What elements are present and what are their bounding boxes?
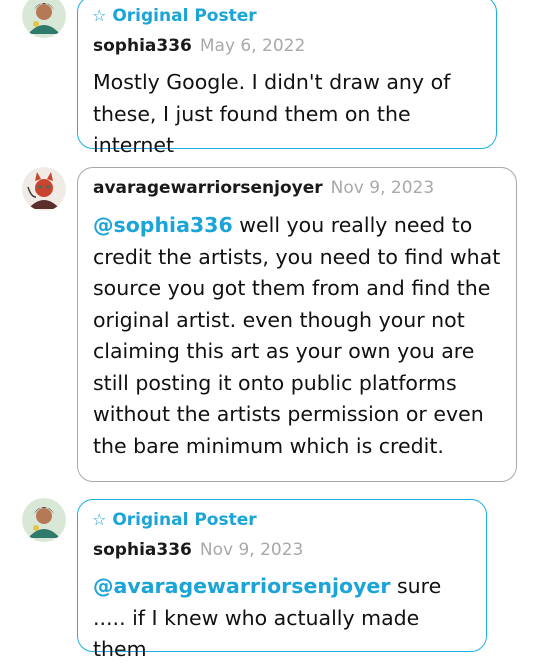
comment-meta: avaragewarriorsenjoyer Nov 9, 2023 — [93, 178, 434, 198]
star-outline-icon: ☆ — [92, 510, 107, 529]
avatar[interactable] — [22, 498, 66, 542]
username[interactable]: sophia336 — [93, 36, 192, 56]
comment-text: @avaragewarriorsenjoyer sure ..... if I … — [93, 574, 442, 661]
mention-link[interactable]: @avaragewarriorsenjoyer — [93, 574, 390, 598]
comment-meta: sophia336 May 6, 2022 — [93, 36, 305, 56]
comment-bubble: ☆ Original Poster sophia336 May 6, 2022 … — [77, 0, 497, 157]
comment-bubble: avaragewarriorsenjoyer Nov 9, 2023 @soph… — [77, 167, 517, 482]
comment-date: May 6, 2022 — [199, 36, 306, 56]
mention-link[interactable]: @sophia336 — [93, 213, 233, 237]
username[interactable]: sophia336 — [93, 540, 192, 560]
comment-meta: sophia336 Nov 9, 2023 — [93, 540, 303, 560]
comment-text: @sophia336 well you really need to credi… — [93, 213, 501, 458]
username[interactable]: avaragewarriorsenjoyer — [93, 178, 323, 198]
avatar-image — [22, 498, 66, 542]
comment-date: Nov 9, 2023 — [330, 178, 435, 198]
original-poster-label: ☆ Original Poster — [92, 6, 257, 26]
avatar[interactable] — [22, 167, 66, 211]
avatar-image — [22, 0, 66, 38]
avatar-image — [22, 167, 66, 211]
avatar[interactable] — [22, 0, 66, 38]
comment-bubble: ☆ Original Poster sophia336 Nov 9, 2023 … — [77, 499, 487, 661]
comment-text: Mostly Google. I didn't draw any of thes… — [93, 70, 451, 157]
original-poster-label: ☆ Original Poster — [92, 510, 257, 530]
star-outline-icon: ☆ — [92, 6, 107, 25]
comment-date: Nov 9, 2023 — [199, 540, 304, 560]
